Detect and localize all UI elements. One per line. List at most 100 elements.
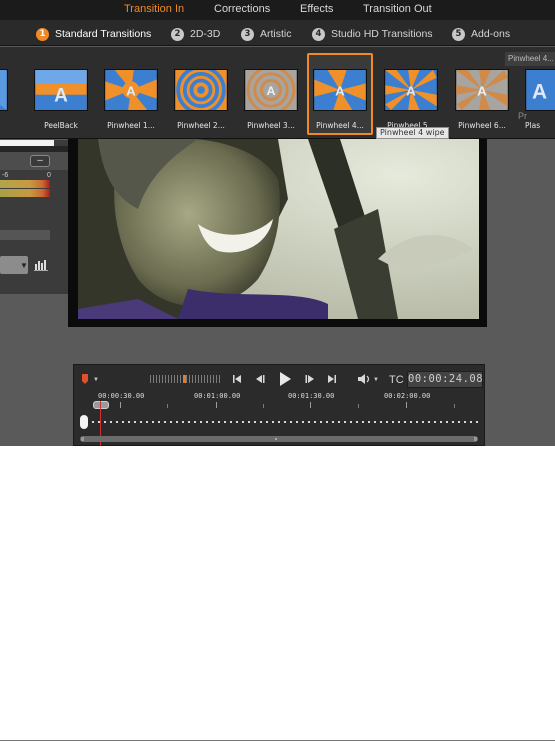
collapse-button[interactable]: – (30, 155, 50, 167)
clip-track[interactable] (78, 413, 482, 431)
transition-thumb-partial[interactable] (0, 53, 14, 135)
transition-label: PeelBack (44, 121, 78, 130)
category-number: 3 (241, 27, 254, 41)
transition-thumb-peelback[interactable]: A PeelBack (28, 53, 94, 135)
track-dots (92, 421, 480, 423)
transition-label: Pinwheel 2... (177, 121, 225, 130)
meter-mark: -6 (2, 172, 9, 179)
tooltip: Pinwheel 4 wipe (376, 127, 449, 139)
scroll-right-handle[interactable] (474, 437, 477, 441)
transition-preview: A (525, 69, 555, 111)
svg-text:A: A (54, 85, 68, 106)
category-number: 1 (36, 27, 49, 41)
chevron-down-icon[interactable]: ▼ (93, 377, 99, 383)
page-divider (0, 740, 555, 741)
category-label: Add-ons (471, 28, 511, 40)
svg-text:A: A (335, 84, 345, 99)
ruler-tick (454, 404, 455, 408)
transition-preview: A (244, 69, 298, 111)
ruler-tick (358, 404, 359, 408)
meter-mark: 0 (47, 172, 51, 179)
transition-thumb-pinwheel-3[interactable]: A Pinwheel 3... (238, 53, 304, 135)
jog-center (183, 375, 186, 383)
category-artistic[interactable]: 3 Artistic (241, 27, 292, 41)
transition-thumb-pinwheel-4[interactable]: A Pinwheel 4... (307, 53, 373, 135)
category-2d-3d[interactable]: 2 2D-3D (171, 27, 220, 41)
transition-thumb-pinwheel-1[interactable]: A Pinwheel 1... (98, 53, 164, 135)
ruler-label: 00:02:00.00 (384, 392, 431, 400)
step-forward-button[interactable] (304, 373, 316, 385)
panel-header: – (0, 152, 68, 170)
tab-effects[interactable]: Effects (300, 3, 333, 15)
speaker-icon[interactable] (357, 373, 371, 385)
meter-scale: -6 0 (0, 172, 68, 180)
video-preview (78, 139, 479, 319)
right-panel-text: Pr (518, 111, 527, 121)
level-meter (0, 180, 50, 198)
category-label: 2D-3D (190, 28, 221, 40)
category-standard-transitions[interactable]: 1 Standard Transitions (36, 27, 151, 41)
scrubber-handle[interactable] (93, 401, 109, 409)
transition-preview: A (104, 69, 158, 111)
tab-corrections[interactable]: Corrections (214, 3, 270, 15)
category-number: 5 (452, 27, 465, 41)
category-label: Artistic (260, 28, 292, 40)
top-tab-bar: Transition In Corrections Effects Transi… (0, 0, 555, 20)
equalizer-icon[interactable] (34, 258, 48, 272)
audio-slider[interactable] (0, 230, 50, 240)
svg-text:A: A (532, 81, 547, 104)
go-to-start-button[interactable] (231, 373, 243, 385)
jog-wheel[interactable] (150, 375, 220, 383)
right-panel-field[interactable]: Pinwheel 4... (505, 52, 555, 66)
step-back-button[interactable] (254, 373, 266, 385)
category-number: 4 (312, 27, 325, 41)
timeline-ruler[interactable]: 00:00:30.00 00:01:00.00 00:01:30.00 00:0… (78, 390, 482, 410)
svg-text:A: A (406, 84, 416, 99)
transition-preview: A (455, 69, 509, 111)
scroll-left-handle[interactable] (81, 437, 84, 441)
level-meter-left (0, 180, 50, 188)
ruler-tick (216, 402, 217, 408)
transition-label: Pinwheel 3... (247, 121, 295, 130)
chevron-down-icon[interactable]: ▼ (373, 377, 379, 383)
marker-icon[interactable] (79, 373, 91, 385)
audio-panel: – -6 0 ▼ (0, 140, 68, 294)
level-meter-right (0, 189, 50, 197)
transition-thumb-pinwheel-5[interactable]: A Pinwheel 5... (378, 53, 444, 135)
horizontal-scrollbar[interactable] (80, 436, 478, 442)
tab-transition-in[interactable]: Transition In (124, 3, 184, 15)
trim-handle[interactable] (80, 415, 88, 429)
transition-label: Pinwheel 4... (316, 121, 364, 130)
ruler-label: 00:00:30.00 (98, 392, 145, 400)
category-add-ons[interactable]: 5 Add-ons (452, 27, 510, 41)
transition-strip: A PeelBack A Pinwheel 1... Pinwheel 2...… (0, 47, 555, 139)
transport-controls: ▼ ▼ TC 00:00:24.08 (74, 368, 484, 390)
ruler-tick (120, 402, 121, 408)
category-bar: 1 Standard Transitions 2 2D-3D 3 Artistic 4… (0, 20, 555, 46)
svg-text:A: A (477, 84, 487, 99)
transition-preview (174, 69, 228, 111)
tab-transition-out[interactable]: Transition Out (363, 3, 432, 15)
ruler-tick (406, 402, 407, 408)
scroll-grip (275, 438, 277, 440)
play-button[interactable] (277, 371, 293, 387)
category-label: Studio HD Transitions (331, 28, 433, 40)
svg-text:A: A (126, 84, 136, 99)
transition-label: Pinwheel 1... (107, 121, 155, 130)
category-studio-hd-transitions[interactable]: 4 Studio HD Transitions (312, 27, 433, 41)
go-to-end-button[interactable] (326, 373, 338, 385)
channel-dropdown[interactable]: ▼ (0, 256, 28, 274)
ruler-tick (263, 404, 264, 408)
transition-thumb-pinwheel-2[interactable]: Pinwheel 2... (168, 53, 234, 135)
chevron-down-icon: ▼ (20, 261, 28, 270)
timecode-display[interactable]: 00:00:24.08 (407, 371, 483, 388)
transition-preview (0, 69, 8, 111)
ruler-tick (310, 402, 311, 408)
transition-preview: A (34, 69, 88, 111)
category-number: 2 (171, 27, 184, 41)
ruler-label: 00:01:30.00 (288, 392, 335, 400)
transition-label: Pinwheel 6... (458, 121, 506, 130)
category-label: Standard Transitions (55, 28, 152, 40)
svg-text:A: A (267, 84, 276, 98)
timecode-label: TC (389, 374, 404, 386)
